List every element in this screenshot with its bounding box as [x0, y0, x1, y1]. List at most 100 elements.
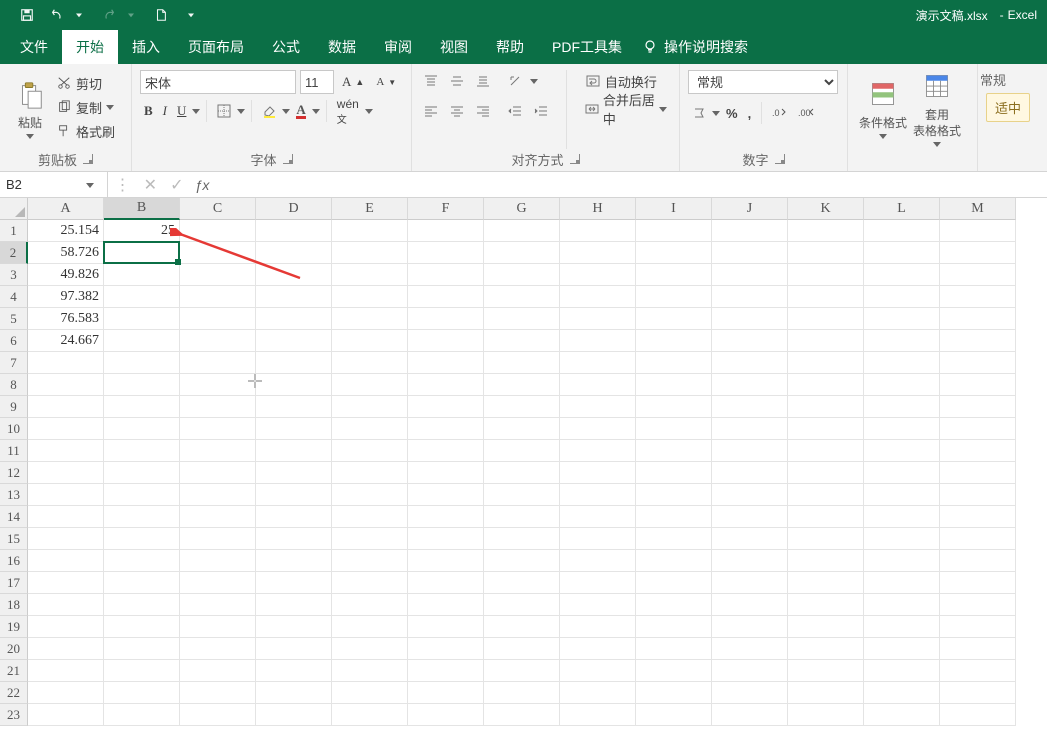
cell-L5[interactable]: [864, 308, 940, 330]
cell-M4[interactable]: [940, 286, 1016, 308]
cell-K4[interactable]: [788, 286, 864, 308]
align-bottom-button[interactable]: [472, 70, 494, 92]
cell-L4[interactable]: [864, 286, 940, 308]
comma-button[interactable]: ,: [744, 102, 756, 124]
cell-B18[interactable]: [104, 594, 180, 616]
cell-C20[interactable]: [180, 638, 256, 660]
name-box[interactable]: [0, 172, 108, 197]
cell-L12[interactable]: [864, 462, 940, 484]
cell-M7[interactable]: [940, 352, 1016, 374]
conditional-format-button[interactable]: 条件格式: [856, 70, 910, 149]
cell-K7[interactable]: [788, 352, 864, 374]
cell-B10[interactable]: [104, 418, 180, 440]
cell-J4[interactable]: [712, 286, 788, 308]
cell-C22[interactable]: [180, 682, 256, 704]
cell-G15[interactable]: [484, 528, 560, 550]
new-file-icon[interactable]: [152, 6, 170, 24]
fill-color-dropdown-icon[interactable]: [282, 107, 290, 115]
cell-D10[interactable]: [256, 418, 332, 440]
underline-dropdown-icon[interactable]: [192, 107, 200, 115]
column-header-C[interactable]: C: [180, 198, 256, 220]
cell-C13[interactable]: [180, 484, 256, 506]
column-header-G[interactable]: G: [484, 198, 560, 220]
cell-I20[interactable]: [636, 638, 712, 660]
cells-area[interactable]: 25.1542558.72649.82697.38276.58324.667: [28, 220, 1016, 726]
cell-E2[interactable]: [332, 242, 408, 264]
cell-D1[interactable]: [256, 220, 332, 242]
cell-G8[interactable]: [484, 374, 560, 396]
cell-L14[interactable]: [864, 506, 940, 528]
cell-C9[interactable]: [180, 396, 256, 418]
cell-K19[interactable]: [788, 616, 864, 638]
cell-K18[interactable]: [788, 594, 864, 616]
column-header-M[interactable]: M: [940, 198, 1016, 220]
cell-F18[interactable]: [408, 594, 484, 616]
align-middle-button[interactable]: [446, 70, 468, 92]
tab-review[interactable]: 审阅: [370, 30, 426, 64]
cell-B2[interactable]: [104, 242, 180, 264]
undo-dropdown-icon[interactable]: [70, 6, 88, 24]
cell-M12[interactable]: [940, 462, 1016, 484]
decrease-font-button[interactable]: A▼: [372, 71, 400, 93]
cell-L13[interactable]: [864, 484, 940, 506]
cell-L8[interactable]: [864, 374, 940, 396]
cell-E14[interactable]: [332, 506, 408, 528]
row-header-21[interactable]: 21: [0, 660, 28, 682]
cell-I7[interactable]: [636, 352, 712, 374]
cell-I23[interactable]: [636, 704, 712, 726]
cell-E21[interactable]: [332, 660, 408, 682]
cell-E5[interactable]: [332, 308, 408, 330]
cell-D19[interactable]: [256, 616, 332, 638]
cell-L22[interactable]: [864, 682, 940, 704]
cell-I11[interactable]: [636, 440, 712, 462]
font-dialog-launcher[interactable]: [283, 154, 293, 164]
cell-J9[interactable]: [712, 396, 788, 418]
cell-A8[interactable]: [28, 374, 104, 396]
cell-G19[interactable]: [484, 616, 560, 638]
cell-C23[interactable]: [180, 704, 256, 726]
column-header-B[interactable]: B: [104, 198, 180, 220]
cell-I22[interactable]: [636, 682, 712, 704]
cell-L10[interactable]: [864, 418, 940, 440]
cell-H3[interactable]: [560, 264, 636, 286]
cell-M10[interactable]: [940, 418, 1016, 440]
cell-A10[interactable]: [28, 418, 104, 440]
cell-C18[interactable]: [180, 594, 256, 616]
percent-button[interactable]: %: [722, 102, 742, 124]
row-header-9[interactable]: 9: [0, 396, 28, 418]
cell-J5[interactable]: [712, 308, 788, 330]
cell-C5[interactable]: [180, 308, 256, 330]
cell-M2[interactable]: [940, 242, 1016, 264]
cell-J10[interactable]: [712, 418, 788, 440]
wrap-text-button[interactable]: 自动换行: [581, 70, 671, 92]
cell-K13[interactable]: [788, 484, 864, 506]
cell-L6[interactable]: [864, 330, 940, 352]
format-painter-button[interactable]: 格式刷: [52, 120, 119, 142]
cell-A13[interactable]: [28, 484, 104, 506]
tab-home[interactable]: 开始: [62, 30, 118, 64]
fx-icon[interactable]: ƒx: [190, 172, 214, 197]
cell-F12[interactable]: [408, 462, 484, 484]
cell-E3[interactable]: [332, 264, 408, 286]
cell-I18[interactable]: [636, 594, 712, 616]
cell-H7[interactable]: [560, 352, 636, 374]
cell-G20[interactable]: [484, 638, 560, 660]
cell-M5[interactable]: [940, 308, 1016, 330]
tab-page-layout[interactable]: 页面布局: [174, 30, 258, 64]
increase-font-button[interactable]: A▲: [338, 71, 368, 93]
row-header-10[interactable]: 10: [0, 418, 28, 440]
cell-J11[interactable]: [712, 440, 788, 462]
cell-F20[interactable]: [408, 638, 484, 660]
cell-I12[interactable]: [636, 462, 712, 484]
cell-M3[interactable]: [940, 264, 1016, 286]
cell-H9[interactable]: [560, 396, 636, 418]
cell-A21[interactable]: [28, 660, 104, 682]
cell-A1[interactable]: 25.154: [28, 220, 104, 242]
cell-B23[interactable]: [104, 704, 180, 726]
merge-center-button[interactable]: 合并后居中: [581, 98, 671, 120]
cell-L11[interactable]: [864, 440, 940, 462]
cell-style-neutral[interactable]: 适中: [986, 93, 1030, 122]
cell-H14[interactable]: [560, 506, 636, 528]
cell-M15[interactable]: [940, 528, 1016, 550]
cell-A16[interactable]: [28, 550, 104, 572]
